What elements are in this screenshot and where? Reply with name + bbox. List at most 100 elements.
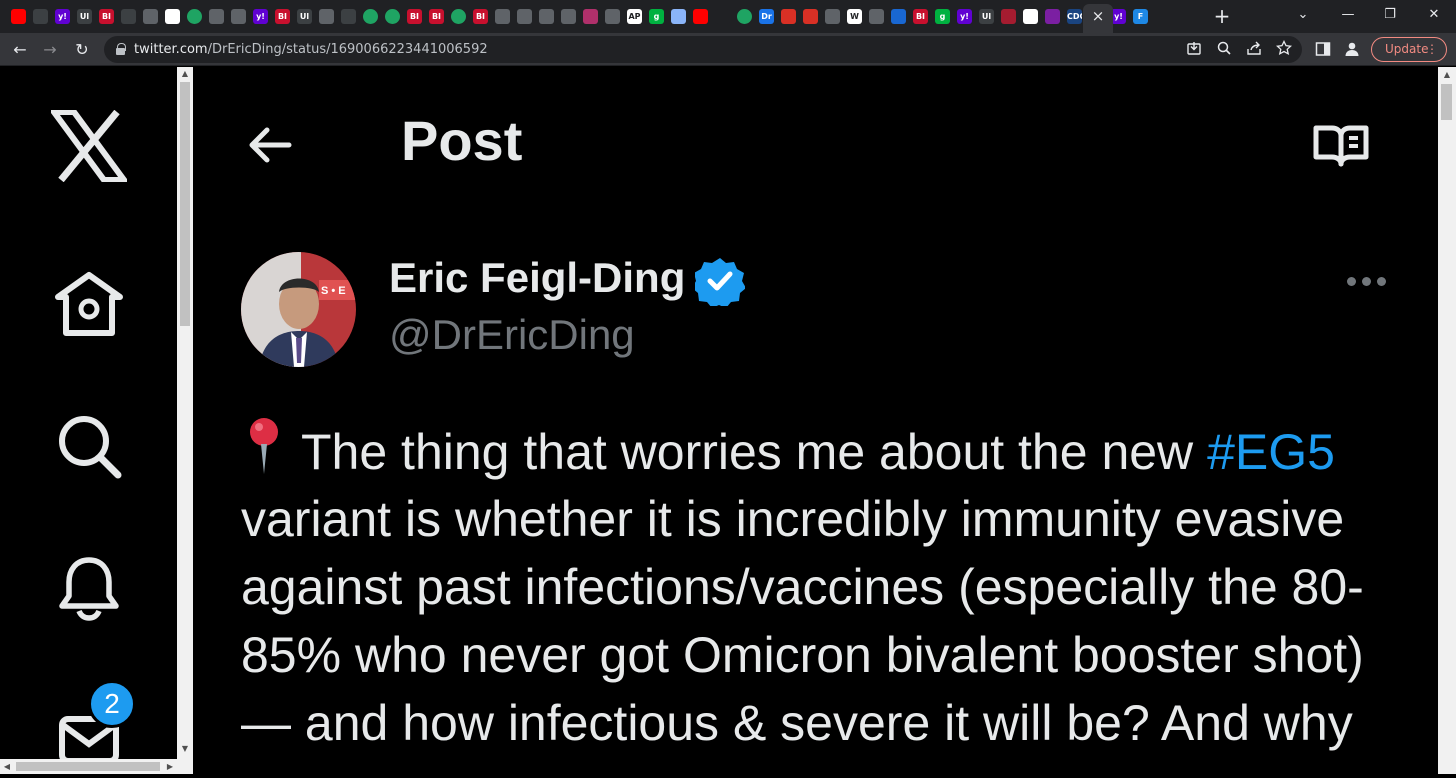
scroll-down-arrow-icon[interactable]: ▼ [177,742,193,756]
hashtag-link[interactable]: #EG5 [1207,424,1335,480]
pinned-tab[interactable] [316,6,337,27]
bell-icon[interactable] [50,549,128,627]
page-scroll-up-arrow-icon[interactable]: ▲ [1438,67,1456,82]
avatar[interactable]: S • E [241,252,356,367]
back-button[interactable]: ← [8,38,32,62]
search-icon[interactable] [50,407,128,485]
horizontal-scrollbar-thumb[interactable] [16,762,160,771]
pinned-tab[interactable]: BI [910,6,931,27]
pinned-tab[interactable]: y! [954,6,975,27]
pinned-tab[interactable] [448,6,469,27]
tweet-line: — and how infectious & severe it will be… [241,695,1353,751]
close-window-button[interactable]: ✕ [1422,4,1446,26]
tab-search-chevron-icon[interactable]: ⌄ [1291,4,1315,26]
more-options-icon[interactable] [1338,264,1394,298]
pinned-tab[interactable] [30,6,51,27]
pinned-tab[interactable]: Ul [294,6,315,27]
restore-button[interactable]: ❐ [1378,4,1402,26]
pinned-tab[interactable]: Ul [976,6,997,27]
yahoo-icon: y! [1111,9,1126,24]
bi-icon: BI [429,9,444,24]
minimize-button[interactable]: — [1336,4,1360,26]
pinned-tab[interactable] [778,6,799,27]
pinned-tab[interactable] [514,6,535,27]
address-bar[interactable]: twitter.com/DrEricDing/status/1690066223… [104,36,1302,63]
pinned-tab[interactable]: BI [470,6,491,27]
pinned-tab[interactable]: Ul [74,6,95,27]
pinned-tab[interactable] [998,6,1019,27]
pinned-tab[interactable]: CDC [1064,6,1085,27]
new-tab-button[interactable]: + [1212,6,1232,26]
pinned-tab[interactable] [140,6,161,27]
pinned-tab[interactable] [866,6,887,27]
pinned-tab[interactable] [734,6,755,27]
pinned-tab[interactable] [360,6,381,27]
pinned-tab[interactable] [668,6,689,27]
left-scrollbar-thumb[interactable] [180,82,190,326]
pinned-tab[interactable]: BI [426,6,447,27]
pinned-tab[interactable]: AP [624,6,645,27]
pinned-tab[interactable] [8,6,29,27]
back-arrow-icon[interactable] [245,120,295,170]
author-name[interactable]: Eric Feigl-Ding [389,254,685,302]
scroll-right-arrow-icon[interactable]: ▶ [163,759,177,774]
lock-icon[interactable] [116,43,126,55]
pinned-tab[interactable] [580,6,601,27]
page-title: Post [401,109,523,172]
author-handle[interactable]: @DrEricDing [389,311,635,359]
pinned-tab[interactable] [800,6,821,27]
tweet-line: against past infections/vaccines (especi… [241,559,1364,615]
dr-icon: Dr [759,9,774,24]
bookmark-star-icon[interactable] [1274,39,1294,60]
pinned-tab[interactable]: Dr [756,6,777,27]
pinned-tab[interactable] [162,6,183,27]
pinned-tab[interactable]: BI [272,6,293,27]
pinned-tab[interactable] [822,6,843,27]
side-panel-icon[interactable] [1314,41,1332,59]
pinned-tab[interactable] [1042,6,1063,27]
pinned-tab[interactable] [184,6,205,27]
pinned-tab[interactable] [338,6,359,27]
profile-avatar-icon[interactable] [1343,41,1361,59]
page-vertical-scrollbar[interactable] [1438,67,1456,774]
scroll-left-arrow-icon[interactable]: ◀ [0,759,14,774]
pinned-tab[interactable]: g [932,6,953,27]
home-icon[interactable] [50,265,128,343]
messages-badge[interactable]: 2 [88,680,136,728]
horizontal-scrollbar[interactable]: ◀ ▶ [0,759,177,774]
update-button[interactable]: Update ⋮ [1371,37,1447,62]
share-icon[interactable] [1244,40,1264,60]
url-text[interactable]: twitter.com/DrEricDing/status/1690066223… [134,42,488,57]
reader-mode-icon[interactable] [1311,120,1371,170]
pinned-tab[interactable]: y! [52,6,73,27]
install-app-icon[interactable] [1184,40,1204,60]
pinned-tab[interactable] [602,6,623,27]
pinned-tab[interactable] [888,6,909,27]
zoom-icon[interactable] [1214,40,1234,60]
forward-button[interactable]: → [38,38,62,62]
page-scrollbar-thumb[interactable] [1441,84,1452,120]
pinned-tab[interactable]: BI [96,6,117,27]
pinned-tab[interactable] [206,6,227,27]
pinned-tab[interactable] [492,6,513,27]
pinned-tab[interactable] [228,6,249,27]
close-tab-icon[interactable]: × [1090,8,1106,24]
pinned-tab[interactable]: y! [250,6,271,27]
pinned-tab[interactable] [712,6,733,27]
pinned-tab[interactable] [1020,6,1041,27]
pinned-tab[interactable] [536,6,557,27]
pinned-tab[interactable]: W [844,6,865,27]
tweet-line: The thing that worries me about the new … [241,417,1421,485]
kebab-menu-icon[interactable]: ⋮ [1426,38,1438,61]
pinned-tab[interactable]: F [1130,6,1151,27]
pinned-tab[interactable] [382,6,403,27]
scroll-up-arrow-icon[interactable]: ▲ [177,67,193,81]
pinned-tab[interactable] [118,6,139,27]
reload-button[interactable]: ↻ [70,38,94,62]
pin-icon [781,9,796,24]
pinned-tab[interactable]: BI [404,6,425,27]
pinned-tab[interactable] [690,6,711,27]
pinned-tab[interactable]: g [646,6,667,27]
x-logo-icon[interactable] [50,107,128,185]
pinned-tab[interactable] [558,6,579,27]
